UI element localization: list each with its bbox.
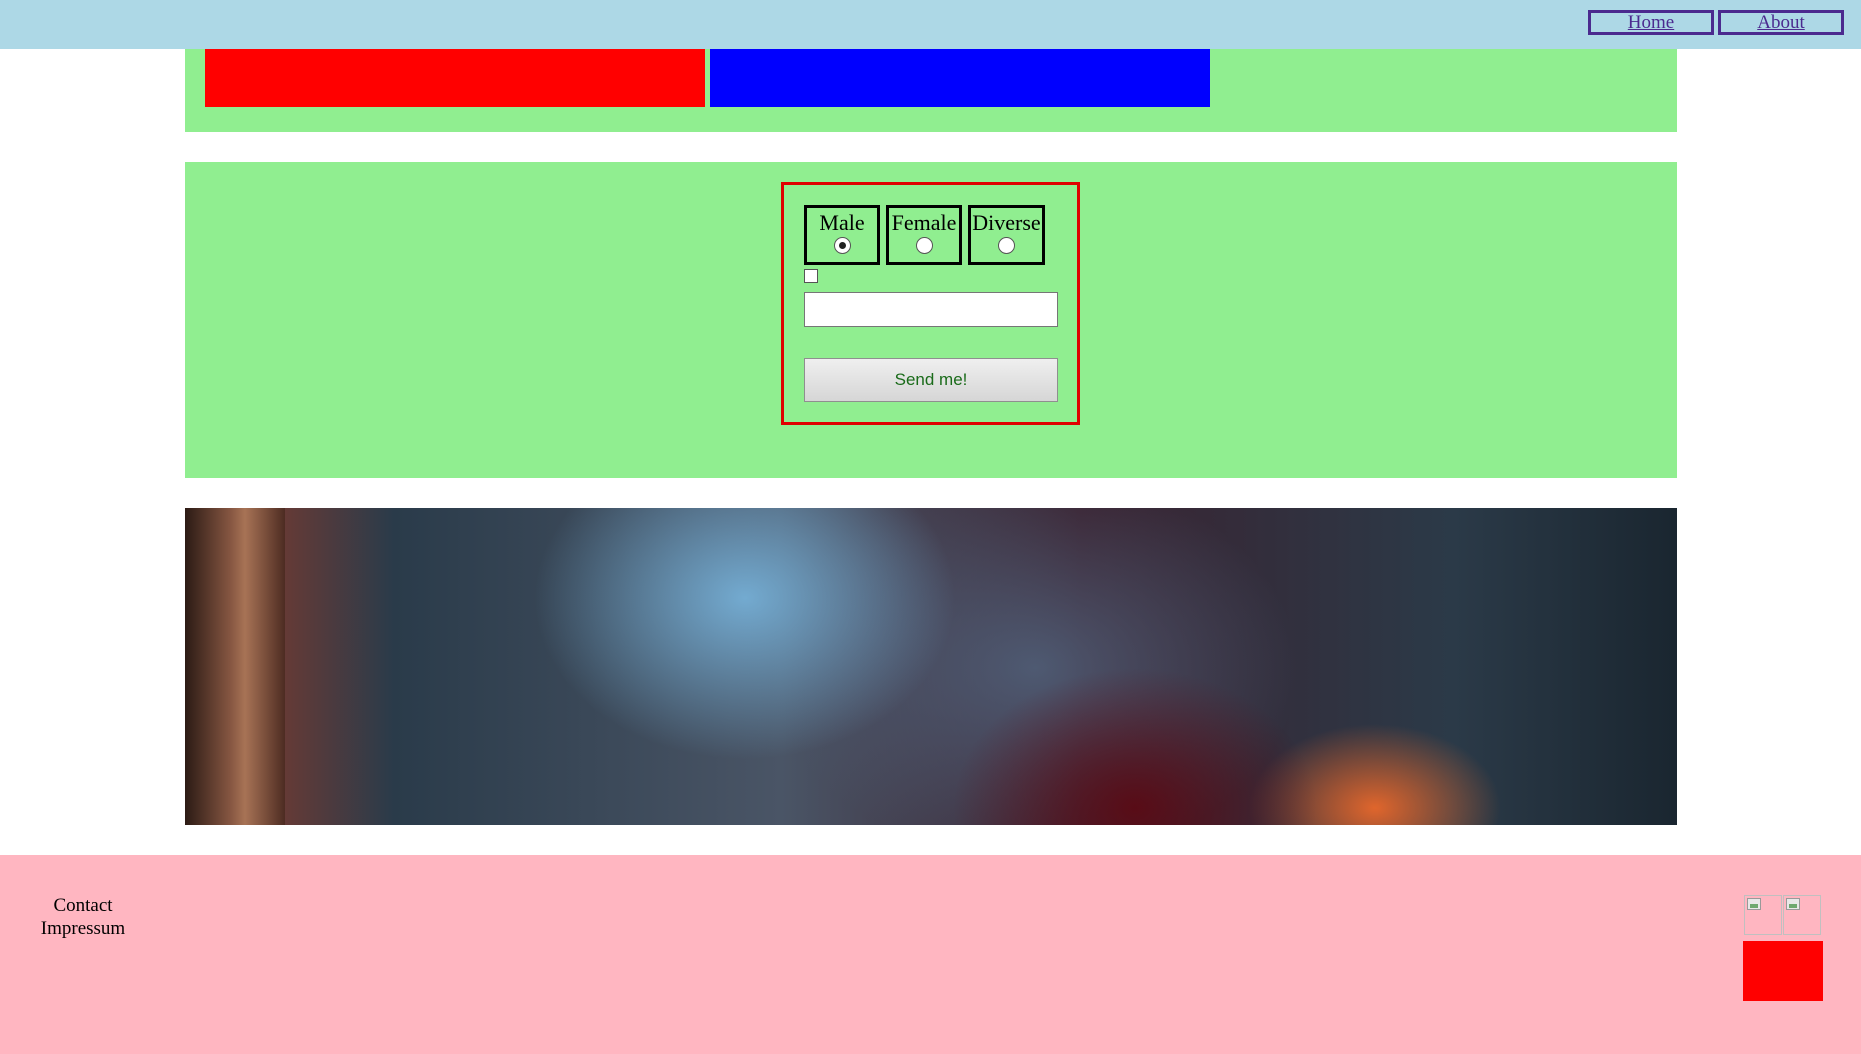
broken-image-icon[interactable] <box>1783 895 1821 935</box>
gender-label-diverse: Diverse <box>972 210 1041 235</box>
gender-option-female[interactable]: Female <box>886 205 962 265</box>
top-navigation-bar: Home About <box>0 0 1861 49</box>
footer <box>0 855 1861 1054</box>
footer-impressum-link[interactable]: Impressum <box>0 918 166 940</box>
broken-image-icon[interactable] <box>1744 895 1782 935</box>
gender-label-male: Male <box>819 210 865 235</box>
red-block <box>205 49 705 107</box>
gender-label-female: Female <box>891 210 957 235</box>
text-field[interactable] <box>804 292 1058 327</box>
nav-home-link[interactable]: Home <box>1588 10 1714 35</box>
radio-female[interactable] <box>915 237 933 254</box>
blue-block <box>710 49 1210 107</box>
send-button[interactable]: Send me! <box>804 358 1058 402</box>
footer-contact-link[interactable]: Contact <box>0 895 166 917</box>
image-placeholder-icon <box>1786 898 1800 910</box>
image-placeholder-icon <box>1747 898 1761 910</box>
wolf-banner-image <box>185 508 1677 825</box>
agree-checkbox[interactable] <box>804 269 818 283</box>
footer-red-block <box>1743 941 1823 1001</box>
tree-trunk-shape <box>185 508 285 825</box>
radio-male[interactable] <box>833 237 851 254</box>
gender-option-male[interactable]: Male <box>804 205 880 265</box>
gender-option-diverse[interactable]: Diverse <box>968 205 1045 265</box>
radio-diverse[interactable] <box>998 237 1015 254</box>
nav-about-link[interactable]: About <box>1718 10 1844 35</box>
